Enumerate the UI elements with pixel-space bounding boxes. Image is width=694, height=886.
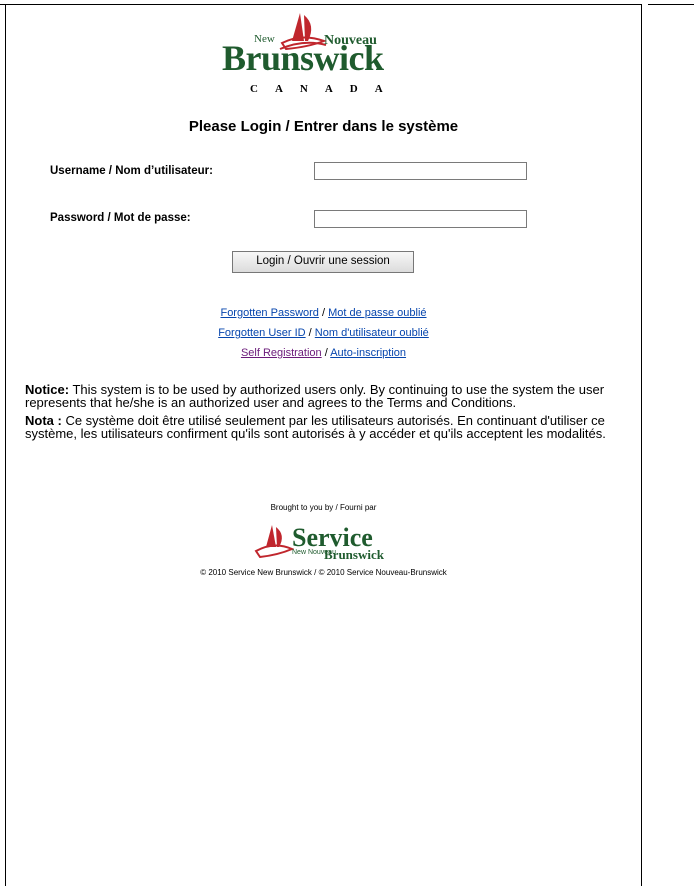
notice-fr: Nota : Ce système doit être utilisé seul… xyxy=(25,414,635,440)
frame-line-top-right xyxy=(648,4,694,5)
logo-brunswick-small-text: Brunswick xyxy=(324,547,384,562)
logo-canada-text: CANADA xyxy=(250,83,400,95)
notice-en-text: This system is to be used by authorized … xyxy=(25,382,605,410)
frame-line-right xyxy=(641,4,642,886)
self-registration-row: Self Registration / Auto-inscription xyxy=(6,344,641,364)
forgot-userid-row: Forgotten User ID / Nom d'utilisateur ou… xyxy=(6,324,641,344)
notice-block: Notice: This system is to be used by aut… xyxy=(25,383,635,445)
notice-fr-text: Ce système doit être utilisé seulement p… xyxy=(25,413,606,441)
forgot-password-link[interactable]: Forgotten Password xyxy=(220,307,318,319)
nom-utilisateur-oublie-link[interactable]: Nom d'utilisateur oublié xyxy=(315,327,429,339)
notice-en: Notice: This system is to be used by aut… xyxy=(25,383,635,409)
login-button[interactable]: Login / Ouvrir une session xyxy=(232,251,414,273)
page-title: Please Login / Entrer dans le système xyxy=(188,118,459,135)
frame-line-left xyxy=(5,4,6,886)
username-label: Username / Nom d’utilisateur: xyxy=(50,165,213,177)
forgot-userid-link[interactable]: Forgotten User ID xyxy=(218,327,305,339)
ship-icon xyxy=(254,525,294,559)
username-input[interactable] xyxy=(314,162,527,180)
link-separator: / xyxy=(321,347,331,359)
frame-line-top xyxy=(0,4,642,5)
password-input[interactable] xyxy=(314,210,527,228)
forgot-password-row: Forgotten Password / Mot de passe oublié xyxy=(6,304,641,324)
link-separator: / xyxy=(305,327,315,339)
brought-by-text: Brought to you by / Fourni par xyxy=(270,503,377,512)
mot-de-passe-oublie-link[interactable]: Mot de passe oublié xyxy=(328,307,426,319)
logo-brunswick-text: Brunswick xyxy=(222,38,384,78)
auto-inscription-link[interactable]: Auto-inscription xyxy=(330,347,406,359)
copyright-text: © 2010 Service New Brunswick / © 2010 Se… xyxy=(200,568,447,577)
link-separator: / xyxy=(318,307,329,319)
new-brunswick-logo: New Nouveau Brunswick CANADA xyxy=(216,11,436,99)
help-links: Forgotten Password / Mot de passe oublié… xyxy=(6,304,641,364)
service-nb-logo: Service New Nouveau Brunswick xyxy=(254,521,404,563)
self-registration-link[interactable]: Self Registration xyxy=(241,347,322,359)
password-label: Password / Mot de passe: xyxy=(50,212,191,224)
